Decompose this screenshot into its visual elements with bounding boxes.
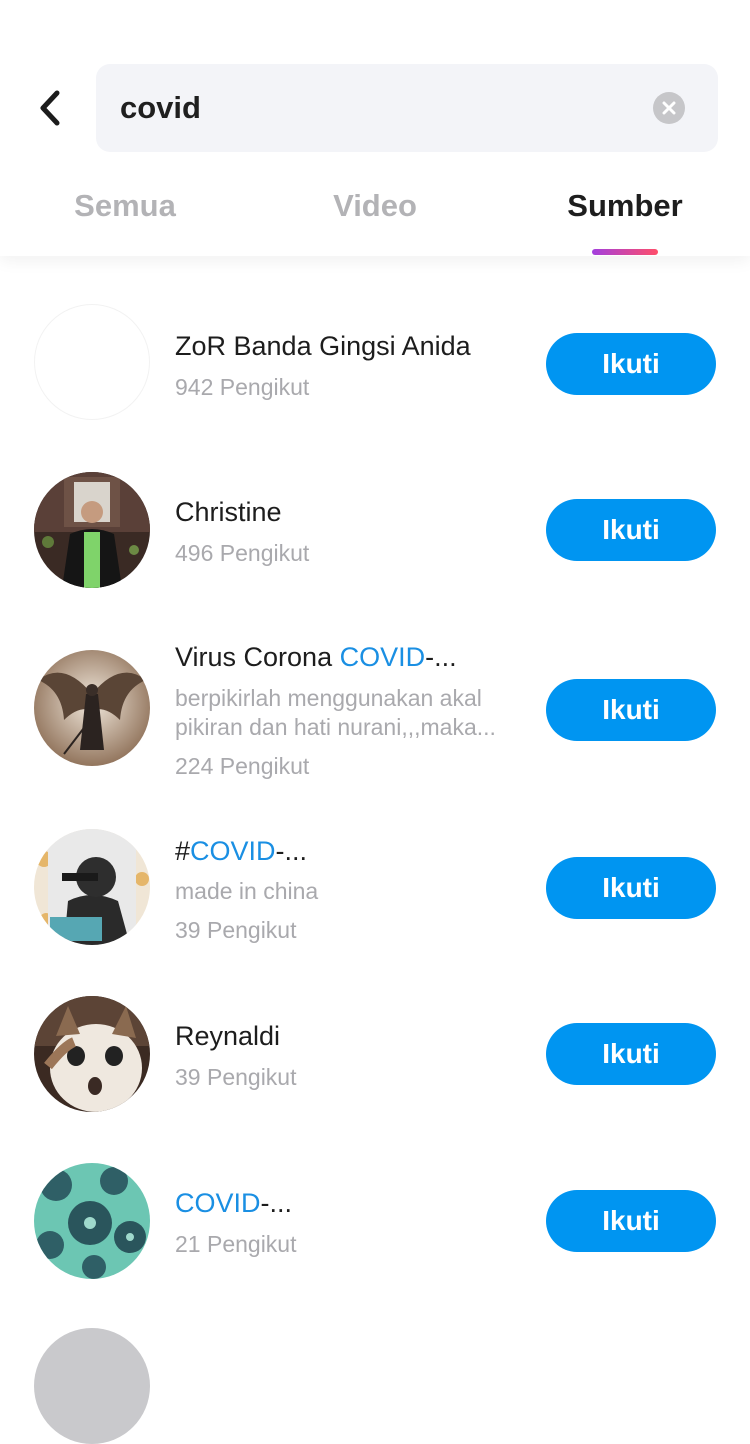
list-item[interactable]: #COVID-... made in china 39 Pengikut Iku… — [0, 829, 750, 949]
result-name: Virus Corona COVID-... — [175, 639, 457, 675]
follower-count: 224 Pengikut — [175, 753, 310, 779]
list-item[interactable]: Reynaldi 39 Pengikut Ikuti — [0, 996, 750, 1116]
result-name-prefix: # — [175, 836, 191, 866]
avatar — [34, 829, 150, 945]
description-line: pikiran dan hati nurani,,,maka... — [175, 714, 496, 740]
avatar — [34, 1328, 150, 1444]
result-name: Christine — [175, 497, 282, 527]
tab-active-indicator — [592, 249, 658, 255]
follow-button[interactable]: Ikuti — [546, 1023, 716, 1085]
clear-search-button[interactable] — [653, 92, 685, 124]
follower-count: 496 Pengikut — [175, 540, 310, 566]
result-name: ZoR Banda Gingsi Anida — [175, 331, 471, 361]
result-name: COVID-... — [175, 1185, 292, 1221]
description-line: made in china — [175, 878, 319, 904]
avatar — [34, 304, 150, 420]
result-name: #COVID-... — [175, 833, 307, 869]
list-item[interactable]: Christine 496 Pengikut Ikuti — [0, 472, 750, 592]
close-icon — [662, 101, 676, 115]
follower-count: 21 Pengikut — [175, 1231, 297, 1257]
avatar — [34, 996, 150, 1112]
follower-count: 942 Pengikut — [175, 374, 310, 400]
description-line: berpikirlah menggunakan akal — [175, 685, 482, 711]
follow-button[interactable]: Ikuti — [546, 333, 716, 395]
list-item[interactable]: ZoR Banda Gingsi Anida 942 Pengikut Ikut… — [0, 304, 750, 424]
follow-button[interactable]: Ikuti — [546, 857, 716, 919]
search-input[interactable] — [120, 64, 640, 152]
search-box — [96, 64, 718, 152]
list-item[interactable]: Virus Corona COVID-... berpikirlah mengg… — [0, 642, 750, 779]
list-item[interactable]: COVID-... 21 Pengikut Ikuti — [0, 1163, 750, 1283]
follower-count: 39 Pengikut — [175, 1064, 297, 1090]
search-header: Semua Video Sumber — [0, 0, 750, 256]
result-name-suffix: -... — [425, 642, 457, 672]
tab-semua[interactable]: Semua — [0, 180, 250, 236]
follow-button[interactable]: Ikuti — [546, 1190, 716, 1252]
tab-sumber[interactable]: Sumber — [500, 180, 750, 236]
result-name-highlight: COVID — [339, 642, 426, 672]
result-name: Reynaldi — [175, 1021, 281, 1051]
result-description: made in china — [175, 877, 515, 906]
result-name-prefix: Virus Corona — [175, 642, 340, 672]
result-name-suffix: -... — [275, 836, 308, 866]
follow-button[interactable]: Ikuti — [546, 499, 716, 561]
avatar-image — [34, 1163, 150, 1279]
follow-button[interactable]: Ikuti — [546, 679, 716, 741]
follower-count: 39 Pengikut — [175, 917, 297, 943]
avatar-image — [34, 829, 150, 945]
avatar — [34, 472, 150, 588]
avatar — [34, 650, 150, 766]
chevron-left-icon — [40, 90, 60, 126]
result-description: berpikirlah menggunakan akal pikiran dan… — [175, 684, 515, 742]
avatar-image — [34, 650, 150, 766]
back-button[interactable] — [28, 82, 72, 134]
result-name-highlight: COVID — [175, 1188, 261, 1218]
tab-video[interactable]: Video — [250, 180, 500, 236]
result-name-suffix: -... — [260, 1188, 293, 1218]
avatar-image — [34, 472, 150, 588]
avatar — [34, 1163, 150, 1279]
avatar-image — [34, 996, 150, 1112]
result-name-highlight: COVID — [190, 836, 276, 866]
